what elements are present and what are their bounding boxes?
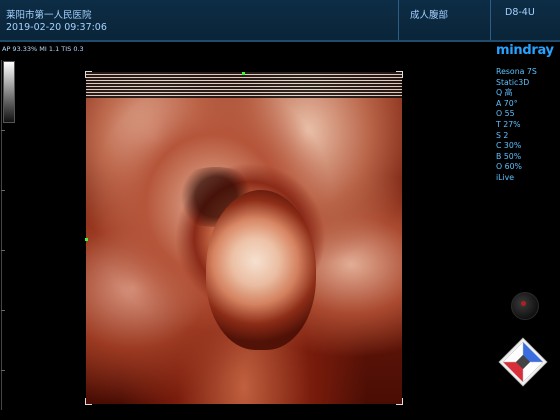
setting-quality: Q 高 (496, 88, 513, 98)
roi-corner (85, 71, 92, 78)
imaging-mode: Static3D (496, 77, 530, 87)
orientation-marker-top (242, 72, 245, 75)
brand-logo: mindray (496, 43, 554, 58)
header-bar: 莱阳市第一人民医院 2019-02-20 09:37:06 成人腹部 D8-4U (0, 0, 560, 40)
setting-opacity-2: O 60% (496, 162, 522, 172)
render-settings-panel: Resona 7S Static3D Q 高 A 70° O 55 T 27% … (496, 67, 537, 184)
grayscale-bar (3, 61, 15, 123)
orientation-marker-left (85, 238, 88, 241)
depth-tick (1, 130, 5, 131)
system-model: Resona 7S (496, 67, 537, 76)
structure-highlight (206, 190, 316, 350)
3d-orientation-cube-icon[interactable] (497, 336, 549, 388)
depth-tick (1, 190, 5, 191)
acoustic-params: AP 93.33% MI 1.1 TIS 0.3 (2, 45, 84, 53)
exam-datetime: 2019-02-20 09:37:06 (6, 22, 107, 33)
trackball-icon[interactable] (511, 292, 539, 320)
setting-threshold: T 27% (496, 119, 521, 129)
probe-name[interactable]: D8-4U (505, 7, 535, 18)
header-divider (0, 40, 560, 42)
ultrasound-3d-view[interactable] (85, 71, 403, 405)
hospital-name: 莱阳市第一人民医院 (6, 10, 92, 21)
setting-smooth: S 2 (496, 130, 509, 140)
setting-brightness: B 50% (496, 151, 522, 161)
volume-render (86, 72, 402, 404)
render-artifact-band (86, 72, 402, 98)
exam-preset[interactable]: 成人腹部 (410, 7, 448, 21)
setting-angle: A 70° (496, 98, 518, 108)
roi-corner (396, 398, 403, 405)
depth-tick (1, 250, 5, 251)
render-mode: iLive (496, 172, 515, 182)
roi-corner (85, 398, 92, 405)
setting-contrast: C 30% (496, 141, 522, 151)
roi-corner (396, 71, 403, 78)
setting-opacity: O 55 (496, 109, 515, 119)
depth-tick (1, 310, 5, 311)
depth-tick (1, 370, 5, 371)
depth-scale (1, 60, 2, 410)
